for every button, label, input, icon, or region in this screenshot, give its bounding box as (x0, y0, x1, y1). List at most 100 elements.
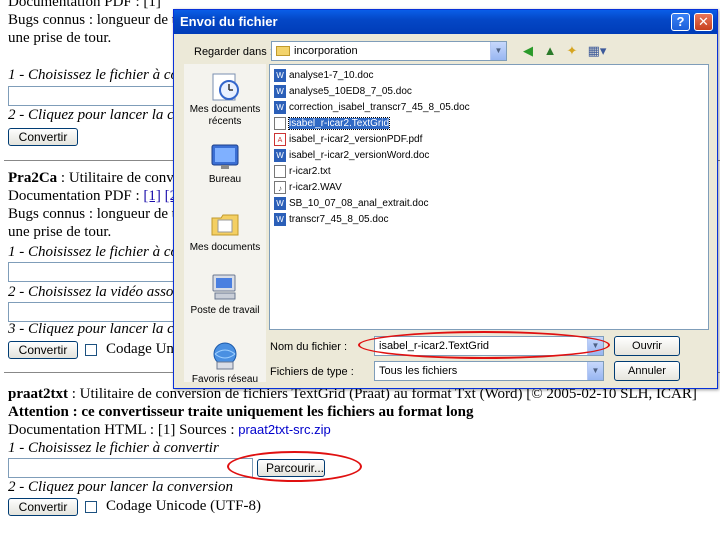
word-document-icon: W (274, 149, 286, 162)
file-item[interactable]: Wanalyse1-7_10.doc (274, 69, 374, 83)
filetype-label: Fichiers de type : (270, 366, 354, 378)
pra2ca-desc: : Utilitaire de conver (57, 170, 186, 186)
file-name: SB_10_07_08_anal_extrait.doc (289, 198, 429, 209)
place-label: Bureau (208, 174, 242, 185)
file-item[interactable]: W SB_10_07_08_anal_extrait.doc (274, 197, 429, 211)
praat2txt-step2: 2 - Cliquez pour lancer la conversion (8, 479, 233, 495)
back-icon[interactable]: ◀ (519, 42, 537, 60)
recent-documents-icon (212, 73, 239, 101)
look-in-label: Regarder dans : (194, 46, 273, 58)
praat2txt-name: praat2txt (8, 386, 68, 402)
file-item[interactable]: Aisabel_r-icar2_versionPDF.pdf (274, 133, 422, 147)
filename-label: Nom du fichier : (270, 341, 348, 353)
word-document-icon: W (274, 85, 286, 98)
bugs-text: Bugs connus : longueur de tex (8, 12, 191, 28)
file-name: analyse5_10ED8_7_05.doc (289, 86, 412, 97)
file-item[interactable]: Wtranscr7_45_8_05.doc (274, 213, 389, 227)
desktop-icon (211, 144, 239, 169)
bugs-text-line2: une prise de tour. (8, 30, 112, 46)
file-list[interactable]: Wanalyse1-7_10.doc Wanalyse5_10ED8_7_05.… (269, 64, 709, 330)
file-item[interactable]: r-icar2.txt (274, 165, 331, 179)
network-places-icon (213, 342, 237, 370)
filetype-combo[interactable]: Tous les fichiers ▼ (374, 361, 604, 381)
file-name: isabel_r-icar2_versionWord.doc (289, 150, 430, 161)
chevron-down-icon[interactable]: ▼ (587, 362, 603, 380)
audio-file-icon: ♪ (274, 181, 286, 194)
file-name: isabel_r-icar2_versionPDF.pdf (289, 134, 423, 145)
place-label: Mes documents (189, 242, 261, 253)
open-button[interactable]: Ouvrir (614, 336, 680, 356)
pra2ca-convert-button[interactable]: Convertir (8, 341, 78, 359)
praat2txt-unicode-checkbox[interactable] (85, 501, 97, 513)
pra2ca-step2: 2 - Choisissez la vidéo asso (8, 284, 174, 300)
help-button[interactable]: ? (671, 13, 690, 31)
step2-label: 2 - Cliquez pour lancer la co (8, 107, 182, 123)
chevron-down-icon: ▼ (490, 42, 506, 60)
praat2txt-attention: Attention : ce convertisseur traite uniq… (8, 404, 474, 420)
word-document-icon: W (274, 213, 286, 226)
step1-label: 1 - Choisissez le fichier à co (8, 67, 178, 83)
file-item-selected[interactable]: isabel_r-icar2.TextGrid (274, 117, 391, 131)
look-in-value: incorporation (294, 45, 358, 57)
view-menu-icon[interactable]: ▦▾ (585, 42, 609, 60)
cancel-button[interactable]: Annuler (614, 361, 680, 381)
place-my-computer[interactable]: Poste de travail (184, 271, 266, 317)
highlight-circle-filename (358, 331, 610, 359)
file-name: isabel_r-icar2.TextGrid (287, 117, 391, 130)
pra2ca-step1: 1 - Choisissez le fichier à co (8, 244, 178, 260)
doc-prefix: Documentation PDF : (8, 188, 144, 204)
my-computer-icon (212, 274, 236, 300)
word-document-icon: W (274, 101, 286, 114)
word-document-icon: W (274, 69, 286, 82)
doc-mid: [1] Sources : (157, 422, 239, 438)
praat2txt-unicode-label: Codage Unicode (UTF-8) (106, 498, 261, 514)
place-my-documents[interactable]: Mes documents (184, 208, 266, 254)
my-documents-icon (211, 214, 239, 236)
filetype-value: Tous les fichiers (379, 365, 458, 377)
places-bar: Mes documents récents Bureau Mes documen… (184, 64, 266, 385)
pra2ca-doc: Documentation PDF : [1] [2] (8, 187, 182, 205)
place-recent[interactable]: Mes documents récents (184, 70, 266, 128)
close-button[interactable]: ✕ (694, 13, 713, 31)
pra2ca-bugs: Bugs connus : longueur de tex (8, 206, 191, 222)
pra2ca-file-input[interactable] (8, 262, 178, 282)
word-document-icon: W (274, 197, 286, 210)
place-label: Poste de travail (190, 305, 260, 316)
dialog-title-bar[interactable]: Envoi du fichier ? ✕ (174, 10, 717, 34)
doc-prefix: Documentation HTML : (8, 422, 158, 438)
dialog-title: Envoi du fichier (180, 14, 278, 29)
pdf-file-icon: A (274, 133, 286, 146)
file-name: r-icar2.WAV (289, 182, 342, 193)
file-item[interactable]: Wisabel_r-icar2_versionWord.doc (274, 149, 429, 163)
place-desktop[interactable]: Bureau (184, 140, 266, 186)
up-folder-icon[interactable]: ▲ (541, 42, 559, 60)
file-name: r-icar2.txt (289, 166, 331, 177)
highlight-circle-browse (227, 451, 362, 482)
file-name: analyse1-7_10.doc (289, 70, 374, 81)
praat2txt-step1: 1 - Choisissez le fichier à convertir (8, 440, 219, 456)
top-cut-line: Documentation PDF : [1] (8, 0, 161, 10)
pra2ca-unicode-checkbox[interactable] (85, 344, 97, 356)
textgrid-file-icon (274, 117, 286, 130)
file-input[interactable] (8, 86, 178, 106)
praat2txt-convert-button[interactable]: Convertir (8, 498, 78, 516)
pra2ca-video-input[interactable] (8, 302, 178, 322)
new-folder-icon[interactable]: ✦ (563, 42, 581, 60)
file-item[interactable]: Wanalyse5_10ED8_7_05.doc (274, 85, 412, 99)
convert-button[interactable]: Convertir (8, 128, 78, 146)
pra2ca-step3: 3 - Cliquez pour lancer la co (8, 321, 182, 337)
sources-link[interactable]: praat2txt-src.zip (238, 422, 330, 437)
pra2ca-bugs-line2: une prise de tour. (8, 224, 112, 240)
praat2txt-doc: Documentation HTML : [1] Sources : praat… (8, 421, 331, 439)
place-label: Mes documents récents (189, 104, 261, 127)
praat2txt-file-input[interactable] (8, 458, 253, 478)
doc-link-1[interactable]: [1] (143, 188, 161, 204)
file-item[interactable]: ♪ r-icar2.WAV (274, 181, 342, 195)
file-name: transcr7_45_8_05.doc (289, 214, 389, 225)
folder-icon (276, 46, 290, 56)
look-in-combo[interactable]: incorporation ▼ (271, 41, 507, 61)
text-file-icon (274, 165, 286, 178)
file-name: correction_isabel_transcr7_45_8_05.doc (289, 102, 470, 113)
place-network[interactable]: Favoris réseau (184, 340, 266, 386)
file-item[interactable]: Wcorrection_isabel_transcr7_45_8_05.doc (274, 101, 470, 115)
